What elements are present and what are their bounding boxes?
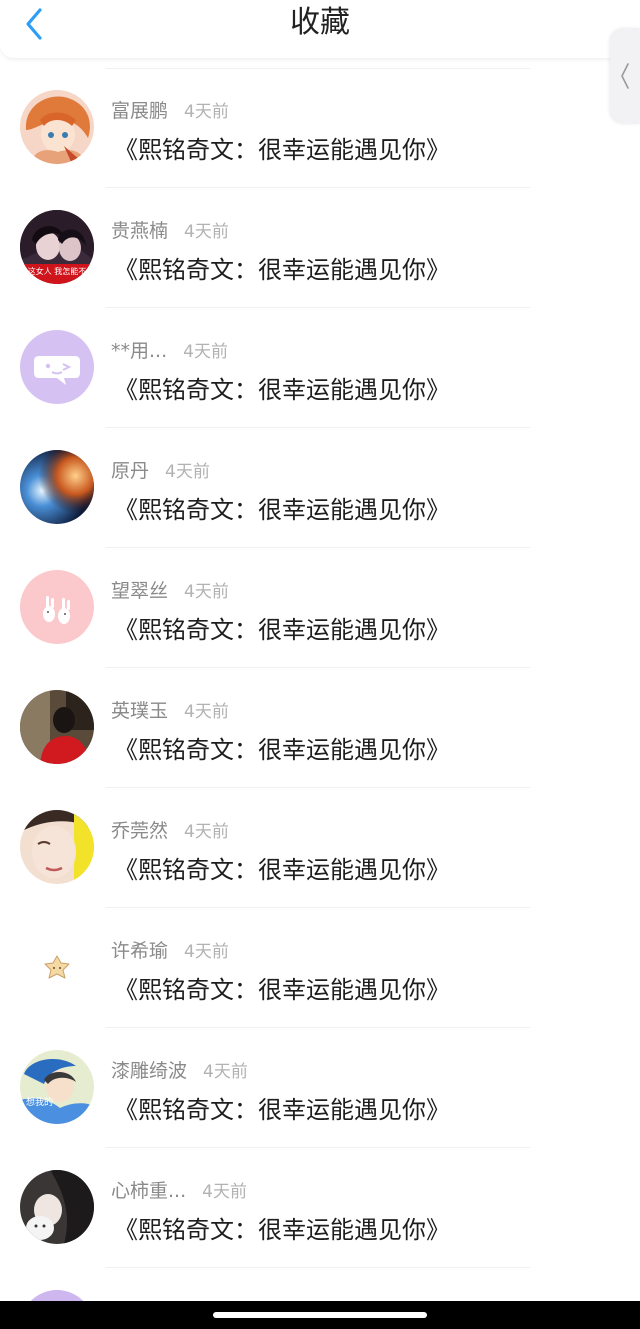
favorites-page: 收藏 富展鹏 4天前 《熙铭奇文：很幸运能遇见你》 这女人 我怎能不 贵燕楠 4… (0, 0, 640, 1329)
list-item[interactable]: 心柿重... 4天前 《熙铭奇文：很幸运能遇见你》 (0, 1148, 640, 1268)
book-title[interactable]: 《熙铭奇文：很幸运能遇见你》 (114, 490, 450, 525)
avatar[interactable]: 这女人 我怎能不 (20, 210, 94, 284)
list-item[interactable]: 这女人 我怎能不 贵燕楠 4天前 《熙铭奇文：很幸运能遇见你》 (0, 188, 640, 308)
home-indicator[interactable] (213, 1312, 427, 1318)
timestamp: 4天前 (183, 342, 228, 362)
avatar[interactable] (20, 930, 94, 1004)
avatar[interactable] (20, 810, 94, 884)
avatar[interactable] (20, 450, 94, 524)
book-title[interactable]: 《熙铭奇文：很幸运能遇见你》 (114, 1210, 450, 1245)
user-name: 原丹 (111, 460, 150, 482)
book-title[interactable]: 《熙铭奇文：很幸运能遇见你》 (114, 610, 450, 645)
book-title[interactable]: 《熙铭奇文：很幸运能遇见你》 (114, 730, 450, 765)
book-title[interactable]: 《熙铭奇文：很幸运能遇见你》 (114, 370, 450, 405)
avatar[interactable]: 想我的 (20, 1050, 94, 1124)
timestamp: 4天前 (184, 702, 229, 722)
user-name: 贵燕楠 (111, 220, 169, 242)
user-name: 英璞玉 (111, 700, 169, 722)
avatar-caption: 想我的 (26, 1098, 54, 1108)
book-title[interactable]: 《熙铭奇文：很幸运能遇见你》 (114, 970, 450, 1005)
avatar[interactable] (20, 330, 94, 404)
book-title[interactable]: 《熙铭奇文：很幸运能遇见你》 (114, 1090, 450, 1125)
book-title[interactable]: 《熙铭奇文：很幸运能遇见你》 (114, 850, 450, 885)
user-name: 富展鹏 (111, 100, 169, 122)
side-drawer-handle[interactable] (610, 28, 640, 124)
list-item[interactable]: 许希瑜 4天前 《熙铭奇文：很幸运能遇见你》 (0, 908, 640, 1028)
user-name: 望翠丝 (111, 580, 169, 602)
list-item[interactable]: 乔莞然 4天前 《熙铭奇文：很幸运能遇见你》 (0, 788, 640, 908)
user-name: 心柿重... (111, 1180, 187, 1202)
user-name: **用... (111, 340, 168, 362)
system-bottom-bar (0, 1301, 640, 1329)
user-name: 许希瑜 (111, 940, 169, 962)
list-item[interactable]: 原丹 4天前 《熙铭奇文：很幸运能遇见你》 (0, 428, 640, 548)
timestamp: 4天前 (184, 102, 229, 122)
book-title[interactable]: 《熙铭奇文：很幸运能遇见你》 (114, 250, 450, 285)
timestamp: 4天前 (184, 942, 229, 962)
favorites-list: 富展鹏 4天前 《熙铭奇文：很幸运能遇见你》 这女人 我怎能不 贵燕楠 4天前 … (0, 68, 640, 1268)
list-item[interactable]: 富展鹏 4天前 《熙铭奇文：很幸运能遇见你》 (0, 68, 640, 188)
timestamp: 4天前 (184, 582, 229, 602)
timestamp: 4天前 (203, 1062, 248, 1082)
timestamp: 4天前 (184, 822, 229, 842)
chevron-left-icon (621, 63, 629, 89)
list-item[interactable]: 想我的 漆雕绮波 4天前 《熙铭奇文：很幸运能遇见你》 (0, 1028, 640, 1148)
avatar[interactable] (20, 90, 94, 164)
avatar[interactable] (20, 690, 94, 764)
avatar-caption: 这女人 我怎能不 (27, 267, 87, 276)
nav-header: 收藏 (0, 0, 640, 58)
timestamp: 4天前 (165, 462, 210, 482)
list-item[interactable]: **用... 4天前 《熙铭奇文：很幸运能遇见你》 (0, 308, 640, 428)
page-title: 收藏 (290, 5, 350, 40)
avatar[interactable] (20, 570, 94, 644)
user-name: 乔莞然 (111, 820, 169, 842)
list-item[interactable]: 望翠丝 4天前 《熙铭奇文：很幸运能遇见你》 (0, 548, 640, 668)
list-item[interactable]: 英璞玉 4天前 《熙铭奇文：很幸运能遇见你》 (0, 668, 640, 788)
book-title[interactable]: 《熙铭奇文：很幸运能遇见你》 (114, 130, 450, 165)
timestamp: 4天前 (202, 1182, 247, 1202)
timestamp: 4天前 (184, 222, 229, 242)
avatar[interactable] (20, 1170, 94, 1244)
user-name: 漆雕绮波 (111, 1060, 188, 1082)
